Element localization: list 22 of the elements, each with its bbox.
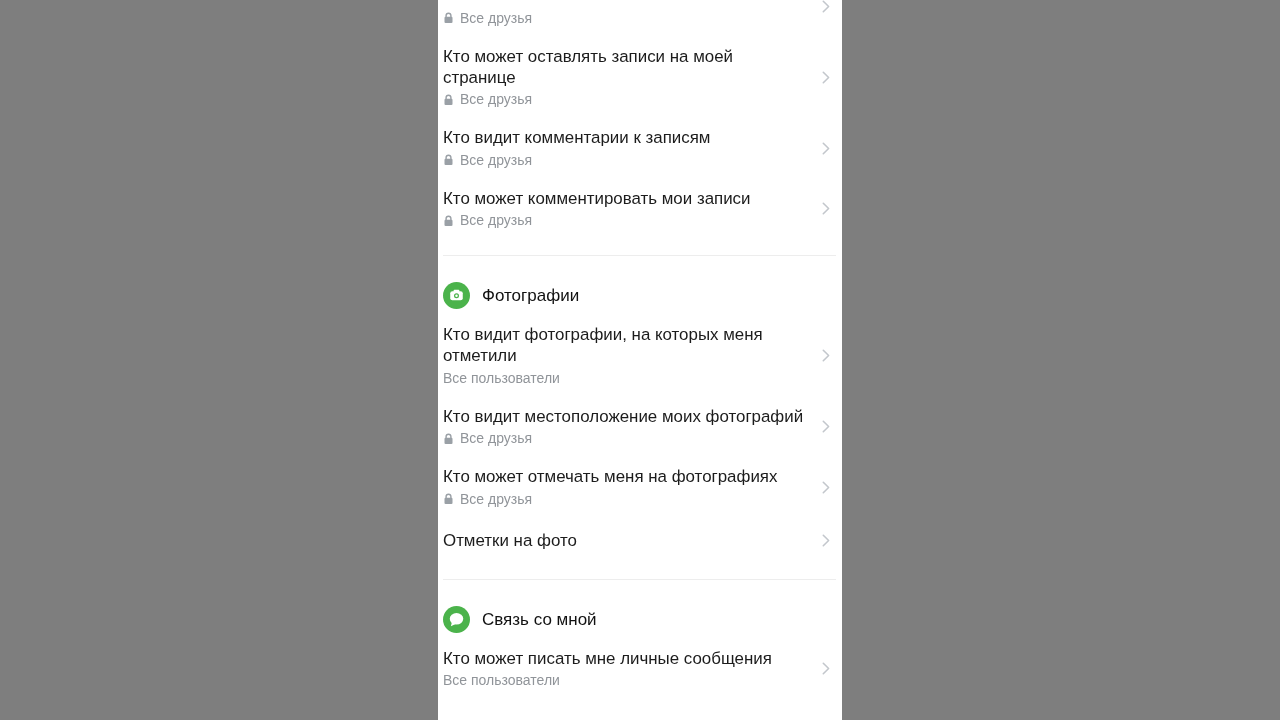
setting-value: Все друзья [460, 429, 533, 448]
chevron-icon [822, 0, 830, 13]
chevron-icon [822, 420, 830, 434]
chevron-icon [822, 533, 830, 547]
setting-title[interactable]: Кто видит местоположение моих фотографий [443, 405, 804, 427]
chevron-icon [822, 202, 830, 216]
setting-value: Все пользователи [443, 368, 560, 388]
setting-title[interactable]: Кто может писать мне личные сообщения [443, 647, 772, 669]
setting-title[interactable]: Отметки на фото [443, 529, 577, 551]
setting-value: Все пользователи [443, 671, 560, 690]
setting-value: Все друзья [460, 489, 533, 509]
chevron-icon [822, 141, 830, 155]
section-title: Связь со мной [482, 608, 597, 630]
chevron-icon [822, 349, 830, 363]
section-title: Фотографии [482, 285, 580, 306]
speech-bubble-icon [443, 605, 470, 633]
setting-title[interactable]: Кто видит фотографии, на которых меня отметили [443, 324, 807, 366]
chevron-icon [822, 480, 830, 494]
setting-title[interactable]: Кто может отмечать меня на фотографиях [443, 466, 778, 487]
chevron-icon [822, 70, 830, 84]
camera-icon [443, 282, 470, 309]
chevron-icon [822, 662, 830, 676]
